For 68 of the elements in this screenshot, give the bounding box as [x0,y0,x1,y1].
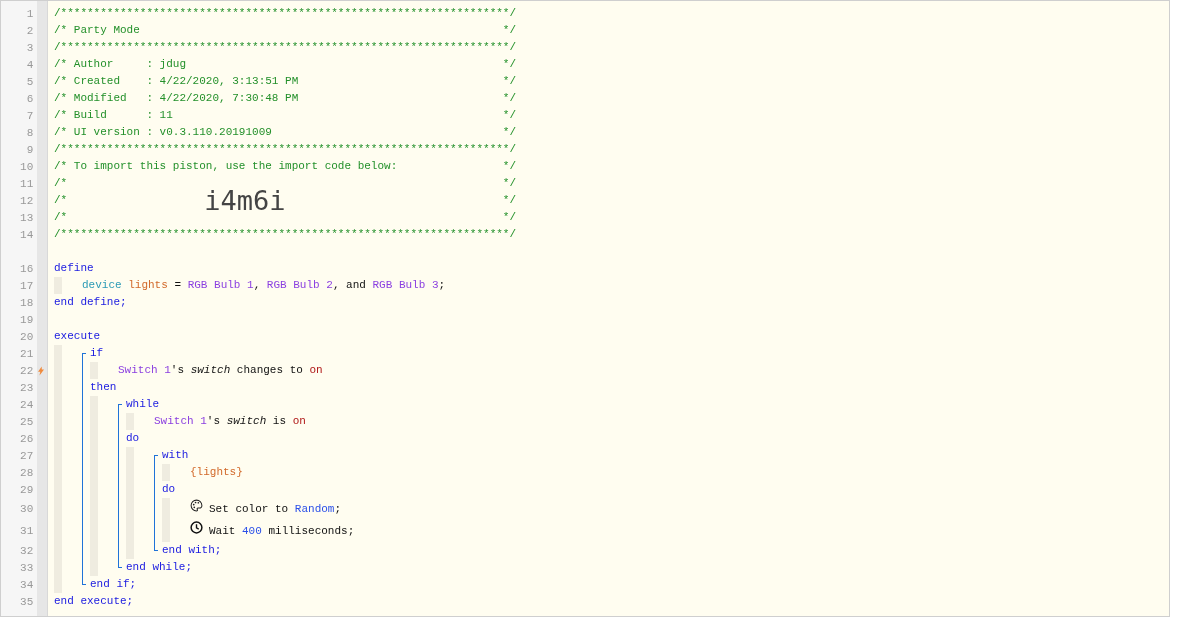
palette-icon [190,499,203,512]
line-number: 34 [19,578,34,591]
line-number: 21 [19,347,34,360]
line-number: 17 [19,279,34,292]
code-line: while [126,397,159,412]
code-line: end execute; [54,594,134,609]
code-line: execute [54,329,101,344]
line-number: 18 [19,296,34,309]
line-number: 30 [19,503,34,515]
comment-line: /* Created : 4/22/2020, 3:13:51 PM */ [54,74,516,89]
line-number: 28 [19,466,34,479]
comment-line: /* Party Mode */ [54,23,516,38]
line-number: 6 [25,92,34,105]
code-line: {lights} [190,465,243,480]
code-line: end define; [54,295,127,310]
line-number: 9 [25,143,34,156]
code-line: Switch 1's switch is on [154,414,306,429]
comment-line: /********************************************************************/ [54,6,516,21]
code-line: define [54,261,94,276]
code-line: end while; [126,560,192,575]
comment-line: /* Modified : 4/22/2020, 7:30:48 PM */ [54,91,516,106]
line-number: 5 [25,75,34,88]
line-number: 22 [19,364,34,377]
code-line: do [162,482,176,497]
line-number: 29 [19,483,34,496]
line-number: 14 [19,228,34,241]
comment-line: /********************************************************************/ [54,227,516,242]
code-line: end if; [90,577,137,592]
line-number: 11 [19,177,34,190]
line-number: 7 [25,109,34,122]
line-number: 1 [25,7,34,20]
line-number: 23 [19,381,34,394]
line-number: 4 [25,58,34,71]
comment-line: /* */ [54,210,516,225]
code-line: then [90,380,117,395]
line-number: 25 [19,415,34,428]
comment-line: /* Author : jdug */ [54,57,516,72]
line-number: 31 [19,525,34,537]
line-number: 35 [19,595,34,608]
line-number: 26 [19,432,34,445]
code-line: Wait 400 milliseconds; [209,523,355,539]
code-line: end with; [162,543,222,558]
line-number: 8 [25,126,34,139]
comment-line: /********************************************************************/ [54,40,516,55]
line-number: 19 [19,313,34,326]
comment-line: /********************************************************************/ [54,142,516,157]
line-number: 33 [19,561,34,574]
line-number: 12 [19,194,34,207]
code-line: Set color to Random; [209,501,342,517]
line-number: 3 [25,41,34,54]
clock-icon [190,521,203,534]
line-number: 32 [19,544,34,557]
line-number: 16 [19,262,34,275]
code-line: device lights = RGB Bulb 1, RGB Bulb 2, and RGB Bulb 3; [82,278,446,293]
code-line: do [126,431,140,446]
line-number: 20 [19,330,34,343]
line-number: 24 [19,398,34,411]
code-line: if [90,346,104,361]
comment-line: /* To import this piston, use the import code below: */ [54,159,516,174]
code-line: with [162,448,189,463]
line-number: 10 [19,160,34,173]
comment-line: /* */ [54,176,516,190]
line-number: 13 [19,211,34,224]
line-number: 27 [19,449,34,462]
line-number: 2 [25,24,34,37]
comment-line: /* UI version : v0.3.110.20191009 */ [54,125,516,140]
code-line: Switch 1's switch changes to on [118,363,323,378]
comment-line: /* Build : 11 */ [54,108,516,123]
